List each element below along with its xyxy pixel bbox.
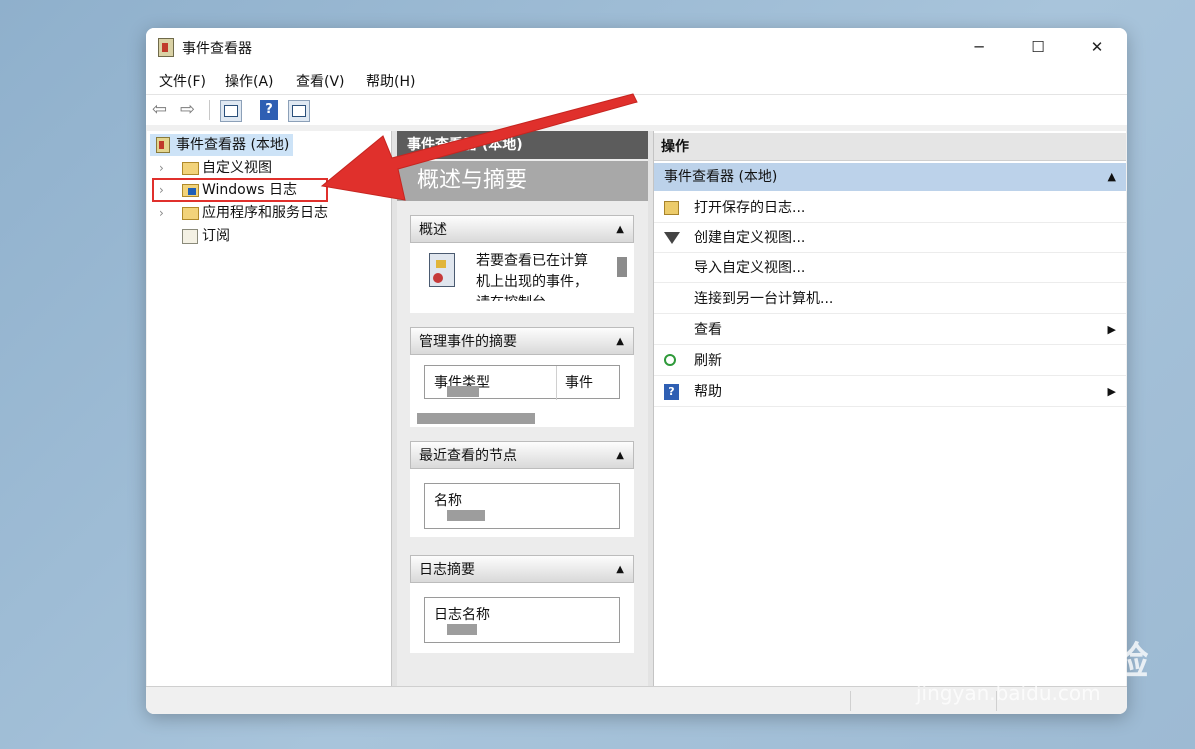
- collapse-arrow-icon[interactable]: ▲: [616, 442, 624, 470]
- collapse-arrow-icon[interactable]: ▲: [616, 328, 624, 356]
- event-type-table: 事件类型 事件: [424, 365, 620, 400]
- submenu-arrow-icon: ▶: [1107, 323, 1116, 336]
- menu-help[interactable]: 帮助(H): [366, 71, 415, 91]
- summary-pane-subtitle: 概述与摘要: [397, 161, 648, 201]
- open-folder-icon: [664, 201, 679, 215]
- collapse-arrow-icon[interactable]: ▲: [616, 556, 624, 584]
- close-button[interactable]: ✕: [1082, 36, 1112, 58]
- watermark-url: jingyan.baidu.com: [916, 681, 1101, 705]
- show-hide-action-pane-icon[interactable]: [288, 100, 310, 122]
- action-label: 导入自定义视图...: [694, 260, 806, 276]
- redacted-block: [447, 510, 485, 521]
- windows-logs-highlight-box: [152, 178, 328, 202]
- section-title: 管理事件的摘要: [419, 334, 517, 350]
- tree-item-label: 应用程序和服务日志: [202, 205, 328, 221]
- recent-nodes-table: 名称: [424, 483, 620, 529]
- watermark-logo: Bai du 经验: [916, 639, 1150, 683]
- column-header-event: 事件: [565, 375, 593, 391]
- event-viewer-icon: [156, 137, 170, 153]
- help-icon[interactable]: ?: [260, 100, 278, 120]
- action-label: 刷新: [694, 353, 722, 369]
- window-title: 事件查看器: [182, 41, 252, 57]
- actions-group-label: 事件查看器 (本地): [664, 169, 778, 185]
- title-bar[interactable]: 事件查看器 ─ ☐ ✕: [146, 28, 1127, 66]
- event-log-icon: [429, 253, 455, 287]
- minimize-button[interactable]: ─: [964, 36, 994, 58]
- action-label: 查看: [694, 322, 722, 338]
- action-create-custom-view[interactable]: 创建自定义视图...: [654, 223, 1126, 253]
- tree-item-event-viewer-local[interactable]: 事件查看器 (本地): [150, 134, 294, 156]
- log-summary-table: 日志名称: [424, 597, 620, 643]
- action-label: 创建自定义视图...: [694, 230, 806, 246]
- collapse-arrow-icon[interactable]: ▲: [1108, 163, 1116, 191]
- help-icon: ?: [664, 384, 679, 400]
- toolbar-separator: [209, 100, 210, 120]
- maximize-button[interactable]: ☐: [1023, 36, 1053, 58]
- overview-section-body: 若要查看已在计算机上出现的事件，请在控制台: [410, 243, 634, 313]
- subscription-icon: [182, 229, 198, 244]
- folder-icon: [182, 207, 199, 220]
- event-viewer-window: 事件查看器 ─ ☐ ✕ 文件(F) 操作(A) 查看(V) 帮助(H) ⇦ ⇨ …: [146, 28, 1127, 714]
- recent-nodes-body: 名称: [410, 469, 634, 537]
- admin-events-summary-header[interactable]: 管理事件的摘要 ▲: [410, 327, 634, 355]
- folder-icon: [182, 162, 199, 175]
- back-arrow-icon[interactable]: ⇦: [152, 101, 167, 119]
- horizontal-scrollbar[interactable]: [417, 413, 535, 424]
- section-title: 概述: [419, 222, 447, 238]
- admin-events-summary-body: 事件类型 事件: [410, 355, 634, 427]
- overview-scrollbar[interactable]: [617, 257, 627, 277]
- redacted-block: [447, 624, 477, 635]
- redacted-block: [447, 386, 479, 397]
- menu-view[interactable]: 查看(V): [296, 71, 345, 91]
- refresh-icon: [664, 354, 676, 366]
- log-summary-header[interactable]: 日志摘要 ▲: [410, 555, 634, 583]
- collapse-arrow-icon[interactable]: ▲: [616, 216, 624, 244]
- menu-file[interactable]: 文件(F): [159, 71, 206, 91]
- action-label: 打开保存的日志...: [694, 200, 806, 216]
- tree-item-label: 自定义视图: [202, 160, 272, 176]
- event-viewer-app-icon: [158, 38, 174, 57]
- column-header-log-name[interactable]: 日志名称: [434, 604, 490, 624]
- recent-nodes-header[interactable]: 最近查看的节点 ▲: [410, 441, 634, 469]
- summary-pane: 事件查看器 (本地) 概述与摘要 概述 ▲ 若要查看已在计算机上出现的事件，请在…: [397, 131, 648, 686]
- section-title: 日志摘要: [419, 562, 475, 578]
- action-import-custom-view[interactable]: 导入自定义视图...: [654, 253, 1126, 283]
- menu-bar: 文件(F) 操作(A) 查看(V) 帮助(H): [146, 66, 1127, 94]
- actions-pane: 操作 事件查看器 (本地) ▲ 打开保存的日志... 创建自定义视图... 导入…: [653, 131, 1126, 686]
- action-help[interactable]: ? 帮助 ▶: [654, 377, 1126, 407]
- tree-item-label: 事件查看器 (本地): [176, 137, 290, 153]
- menu-action[interactable]: 操作(A): [225, 71, 274, 91]
- column-divider: [556, 366, 557, 400]
- column-header-name[interactable]: 名称: [434, 490, 462, 510]
- submenu-arrow-icon: ▶: [1107, 385, 1116, 398]
- log-summary-body: 日志名称: [410, 583, 634, 653]
- filter-icon: [664, 232, 680, 244]
- tree-item-custom-views[interactable]: › 自定义视图: [159, 157, 272, 179]
- status-separator: [850, 691, 851, 711]
- toolbar: ⇦ ⇨ ?: [146, 94, 1127, 125]
- tree-item-app-service-logs[interactable]: › 应用程序和服务日志: [159, 202, 328, 224]
- actions-header: 操作: [654, 133, 1126, 161]
- show-hide-console-tree-icon[interactable]: [220, 100, 242, 122]
- forward-arrow-icon[interactable]: ⇨: [180, 101, 195, 119]
- console-tree: 事件查看器 (本地) › 自定义视图 › Windows 日志 › 应用程序和服…: [147, 131, 392, 686]
- action-label: 帮助: [694, 384, 722, 400]
- tree-item-label: 订阅: [202, 228, 230, 244]
- action-label: 连接到另一台计算机...: [694, 291, 834, 307]
- overview-section-header[interactable]: 概述 ▲: [410, 215, 634, 243]
- action-refresh[interactable]: 刷新: [654, 346, 1126, 376]
- actions-group-event-viewer-local[interactable]: 事件查看器 (本地) ▲: [654, 163, 1126, 191]
- chevron-right-icon[interactable]: ›: [159, 202, 164, 224]
- action-view[interactable]: 查看 ▶: [654, 315, 1126, 345]
- chevron-right-icon[interactable]: ›: [159, 157, 164, 179]
- section-title: 最近查看的节点: [419, 448, 517, 464]
- baidu-jingyan-watermark: Bai du 经验 jingyan.baidu.com: [916, 640, 1149, 704]
- tree-item-subscriptions[interactable]: 订阅: [176, 225, 230, 247]
- summary-pane-header: 事件查看器 (本地): [397, 131, 648, 159]
- action-connect-another-computer[interactable]: 连接到另一台计算机...: [654, 284, 1126, 314]
- overview-text: 若要查看已在计算机上出现的事件，请在控制台: [476, 253, 588, 301]
- action-open-saved-log[interactable]: 打开保存的日志...: [654, 193, 1126, 223]
